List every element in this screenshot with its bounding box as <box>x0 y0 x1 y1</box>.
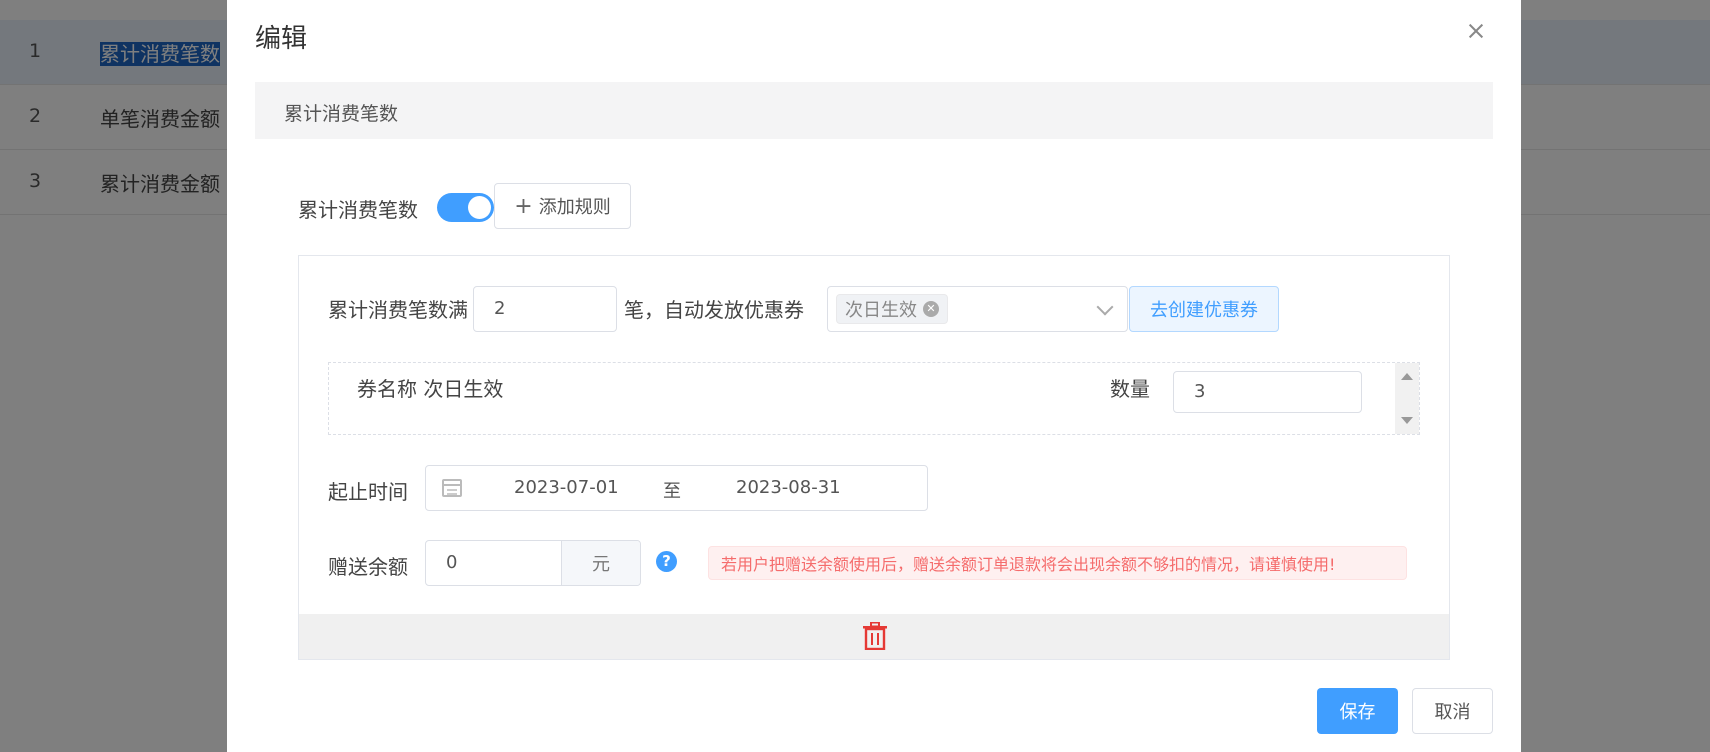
add-rule-button[interactable]: + 添加规则 <box>494 183 631 229</box>
warning-alert: 若用户把赠送余额使用后，赠送余额订单退款将会出现余额不够扣的情况，请谨慎使用! <box>708 546 1407 580</box>
section-title: 累计消费笔数 <box>284 103 399 125</box>
date-separator: 至 <box>663 481 681 502</box>
tag-label: 次日生效 <box>845 300 917 321</box>
scroll-up-icon[interactable] <box>1401 373 1413 380</box>
rule-card: 累计消费笔数满 2 笔，自动发放优惠券 次日生效 ✕ 去创建优惠券 券名称 次日… <box>298 255 1450 660</box>
tag-close-icon[interactable]: ✕ <box>923 301 939 317</box>
rule-type-label: 累计消费笔数 <box>298 198 418 222</box>
quantity-label: 数量 <box>1110 377 1150 401</box>
coupon-name-label: 券名称 次日生效 <box>357 377 504 401</box>
section-header: 累计消费笔数 <box>255 82 1493 139</box>
count-prefix-label: 累计消费笔数满 <box>328 298 468 322</box>
question-icon[interactable]: ? <box>656 551 677 572</box>
gift-unit: 元 <box>561 541 640 585</box>
create-coupon-button[interactable]: 去创建优惠券 <box>1129 286 1279 332</box>
edit-dialog: 编辑 累计消费笔数 累计消费笔数 + 添加规则 累计消费笔数满 2 笔，自动发放… <box>227 0 1521 752</box>
save-button[interactable]: 保存 <box>1317 688 1398 734</box>
close-icon[interactable] <box>1461 16 1491 46</box>
scroll-down-icon[interactable] <box>1401 417 1413 424</box>
quantity-input[interactable]: 3 <box>1173 371 1362 413</box>
rule-enable-switch[interactable] <box>437 193 494 222</box>
date-label: 起止时间 <box>328 480 408 504</box>
coupon-select[interactable]: 次日生效 ✕ <box>827 286 1128 332</box>
quantity-value: 3 <box>1194 381 1206 402</box>
gift-value: 0 <box>446 552 458 573</box>
gift-label: 赠送余额 <box>328 555 408 579</box>
gift-balance-input[interactable]: 0 元 <box>425 540 641 586</box>
scrollbar[interactable] <box>1395 363 1419 434</box>
coupon-name-value: 次日生效 <box>423 377 504 401</box>
trash-icon[interactable] <box>862 622 888 650</box>
plus-icon: + <box>514 193 533 219</box>
count-value: 2 <box>494 298 506 319</box>
date-range-picker[interactable]: 2023-07-01 至 2023-08-31 <box>425 465 928 511</box>
dialog-title: 编辑 <box>255 24 308 54</box>
end-date[interactable]: 2023-08-31 <box>736 477 841 498</box>
switch-knob <box>468 196 491 219</box>
count-input[interactable]: 2 <box>473 286 617 332</box>
calendar-icon <box>442 479 462 497</box>
coupon-list-panel: 券名称 次日生效 数量 3 <box>328 362 1420 435</box>
add-rule-label: 添加规则 <box>538 197 611 218</box>
delete-rule-bar[interactable] <box>299 614 1449 659</box>
chevron-down-icon <box>1096 298 1114 316</box>
selected-coupon-tag: 次日生效 ✕ <box>836 294 948 324</box>
count-suffix-label: 笔，自动发放优惠券 <box>624 298 804 322</box>
cancel-button[interactable]: 取消 <box>1412 688 1493 734</box>
start-date[interactable]: 2023-07-01 <box>514 477 619 498</box>
